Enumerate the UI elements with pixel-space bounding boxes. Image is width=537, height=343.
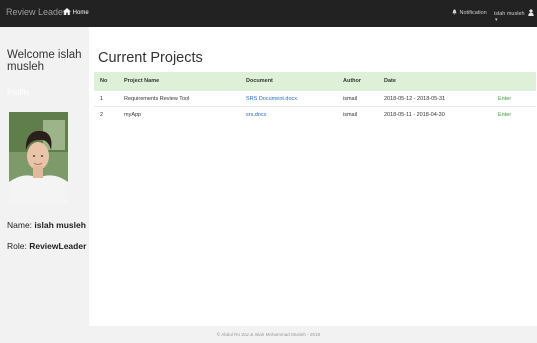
welcome-heading: Welcome islah musleh [7,49,82,73]
top-navbar: Review Leader Home Notification islah mu… [0,0,537,27]
project-author: ismail [343,96,358,102]
project-date: 2018-05-12 - 2018-05-31 [384,96,446,102]
enter-link[interactable]: Enter [498,112,511,118]
profile-name: Name: islah musleh [7,220,86,230]
home-link[interactable]: Home [63,8,89,16]
column-header-document: Document [246,78,273,84]
name-value: islah musleh [34,220,86,230]
document-link[interactable]: srs.docx [246,112,266,118]
role-value: ReviewLeader [29,241,87,251]
home-icon [63,8,71,15]
table-row: 1 Requirements Review Tool SRS Document.… [94,91,536,106]
notification-link[interactable]: Notification [452,9,487,16]
enter-link[interactable]: Enter [498,96,511,102]
table-row: 2 myApp srs.docx ismail 2018-05-11 - 201… [94,106,536,122]
document-link[interactable]: SRS Document.docx [246,96,297,102]
page-title: Current Projects [98,50,203,66]
brand-link[interactable]: Review Leader [6,7,66,17]
footer-text: © Abdul Ro Zaz & Islah Mohammad Musleh -… [216,332,321,337]
table-header-row: No Project Name Document Author Date [94,72,536,91]
footer: © Abdul Ro Zaz & Islah Mohammad Musleh -… [0,326,537,343]
user-icon [528,9,534,16]
profile-photo [9,112,68,204]
role-label: Role: [7,241,27,251]
projects-table: No Project Name Document Author Date 1 R… [94,72,536,122]
column-header-project-name: Project Name [124,78,160,84]
bell-icon [452,9,457,15]
user-menu-label: islah musleh [494,11,525,17]
project-date: 2018-05-11 - 2018-04-30 [384,112,445,118]
profile-role: Role: ReviewLeader [7,241,86,251]
notification-label: Notification [459,10,487,16]
project-author: ismail [343,112,358,118]
home-label: Home [72,10,89,16]
chevron-down-icon: ▾ [495,17,498,23]
column-header-date: Date [384,78,396,84]
profile-label: Profile [7,88,30,97]
project-name: Requirements Review Tool [124,96,190,102]
column-header-author: Author [343,78,362,84]
sidebar: Welcome islah musleh Profile Name: islah… [0,27,89,330]
row-number: 2 [100,112,104,118]
row-number: 1 [100,96,104,102]
project-name: myApp [124,112,142,118]
column-header-no: No [100,78,108,84]
user-menu[interactable]: islah musleh ▾ [494,9,537,23]
name-label: Name: [7,220,33,230]
